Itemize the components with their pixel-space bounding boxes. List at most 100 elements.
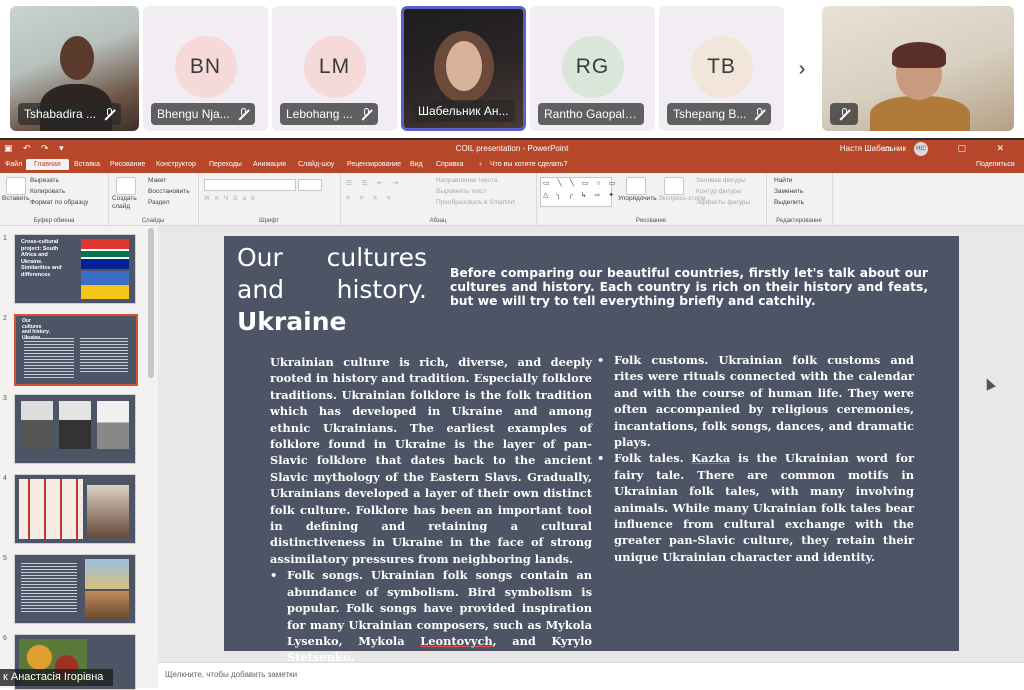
participant-tile-2[interactable]: BN Bhengu Nja... [143, 6, 268, 131]
thumb-number: 6 [3, 635, 7, 642]
participant-label: Tshepang B... [667, 103, 772, 125]
quick-styles-icon[interactable] [664, 177, 684, 195]
participant-name: Шабельник Ан... [418, 104, 509, 118]
title-line: Our cultures [237, 243, 427, 272]
participant-tile-7[interactable] [822, 6, 1014, 131]
tab-design[interactable]: Конструктор [156, 161, 196, 168]
section-button[interactable]: Раздел [148, 199, 169, 206]
tab-view[interactable]: Вид [410, 161, 423, 168]
avatar: TB [690, 36, 753, 98]
avatar: LM [303, 36, 366, 98]
window-controls[interactable]: ▭ – ▢ ✕ [883, 143, 1018, 154]
thumb-slide-5[interactable] [14, 554, 136, 624]
select-button[interactable]: Выделить [774, 199, 804, 206]
format-painter-button[interactable]: Формат по образцу [30, 199, 88, 206]
shape-outline-button[interactable]: Контур фигуры [696, 188, 741, 195]
replace-button[interactable]: Заменить [774, 188, 803, 195]
group-name: Шрифт [259, 218, 279, 224]
flag-south-africa-icon [81, 239, 129, 269]
list-icons[interactable]: ☰ ☰ ⇤ ⇥ [346, 179, 402, 187]
church-image [85, 559, 129, 589]
ribbon: Вставить Вырезать Копировать Формат по о… [0, 173, 1024, 226]
slide-canvas[interactable]: Our cultures and history. Ukraine Before… [224, 236, 959, 664]
mic-off-icon [754, 107, 765, 121]
right-text-column[interactable]: Folk customs. Ukrainian folk customs and… [597, 352, 915, 565]
align-text-button[interactable]: Выровнять текст [436, 188, 487, 195]
tell-me-box[interactable]: Что вы хотите сделать? [490, 161, 567, 168]
font-size-box[interactable] [298, 179, 322, 191]
notes-pane[interactable]: Щелкните, чтобы добавить заметки [158, 662, 1024, 689]
smartart-button[interactable]: Преобразовать в SmartArt [436, 199, 515, 206]
mic-off-icon [238, 107, 249, 121]
thumb-slide-2[interactable]: Our cultures and history. Ukraine [14, 314, 138, 386]
font-name-box[interactable] [204, 179, 296, 191]
avatar: BN [174, 36, 237, 98]
group-name: Слайды [141, 218, 165, 224]
thumb-text-lines [21, 563, 77, 613]
participant-tile-3[interactable]: LM Lebohang ... [272, 6, 397, 131]
find-button[interactable]: Найти [774, 177, 793, 184]
arrange-icon[interactable] [626, 177, 646, 195]
participant-name: Rantho Gaopale... [544, 107, 638, 121]
folk-tales-bullet: Folk tales. Kazka is the Ukrainian word … [597, 450, 915, 565]
tab-slideshow[interactable]: Слайд-шоу [298, 161, 334, 168]
thumb-slide-1[interactable]: Cross-cultural project: South Africa and… [14, 234, 136, 304]
tab-home[interactable]: Главная [26, 159, 69, 170]
tab-animations[interactable]: Анимация [253, 161, 286, 168]
mic-off-badge [830, 103, 858, 125]
share-button[interactable]: Поделиться [976, 161, 1015, 168]
title-line: and history. [237, 275, 427, 304]
thumbnails-scrollbar[interactable] [148, 228, 154, 378]
reset-button[interactable]: Восстановить [148, 188, 190, 195]
copy-button[interactable]: Копировать [30, 188, 65, 195]
tab-draw[interactable]: Рисование [110, 161, 145, 168]
ribbon-tabs: Файл Главная Вставка Рисование Конструкт… [0, 158, 1024, 173]
tab-insert[interactable]: Вставка [74, 161, 100, 168]
new-slide-icon[interactable] [116, 177, 136, 195]
new-slide-button[interactable]: Создать слайд [112, 195, 142, 211]
layout-button[interactable]: Макет [148, 177, 166, 184]
participant-name: Lebohang ... [286, 107, 353, 121]
paste-button[interactable]: Вставить [2, 195, 30, 202]
slide-intro-text[interactable]: Before comparing our beautiful countries… [450, 266, 928, 308]
participant-tile-6[interactable]: TB Tshepang B... [659, 6, 784, 131]
tab-review[interactable]: Рецензирование [347, 161, 401, 168]
participant-tile-5[interactable]: RG Rantho Gaopale... [530, 6, 655, 131]
portrait-image [59, 401, 91, 449]
folk-songs-bullet: Folk songs. Ukrainian folk songs contain… [270, 567, 592, 665]
thumb-slide-3[interactable] [14, 394, 136, 464]
cut-button[interactable]: Вырезать [30, 177, 59, 184]
thumb-text-lines [24, 338, 74, 378]
notes-placeholder: Щелкните, чтобы добавить заметки [165, 670, 298, 679]
chevron-right-icon[interactable]: › [790, 58, 814, 82]
thumb-number: 4 [3, 475, 7, 482]
participant-tile-1[interactable]: Tshabadira ... [10, 6, 139, 131]
font-format-icons[interactable]: ЖКЧSab [204, 195, 260, 202]
underlined-word: Kazka [691, 451, 731, 466]
slide-title[interactable]: Our cultures and history. Ukraine [237, 242, 427, 338]
participant-tile-4-speaking[interactable]: Шабельник Ан... [401, 6, 526, 131]
align-icons[interactable]: ≡ ≡ ≡ ≡ [346, 195, 395, 202]
shape-icons: ▭ ╲ ╲ ▭ ○ ▭ [543, 180, 619, 187]
text-direction-button[interactable]: Направление текста [436, 177, 498, 184]
folk-customs-bullet: Folk customs. Ukrainian folk customs and… [597, 352, 914, 450]
arrange-button[interactable]: Упорядочить [618, 195, 657, 202]
group-name: Рисование [635, 218, 667, 224]
bullet-text: Folk tales. [614, 451, 692, 466]
photo-image [85, 591, 129, 619]
tab-transitions[interactable]: Переходы [209, 161, 242, 168]
bullet-text: is the Ukrainian word for fairy tale. Th… [614, 451, 915, 564]
participant-label: Bhengu Nja... [151, 103, 255, 125]
thumb-slide-4[interactable] [14, 474, 136, 544]
photo-image [87, 485, 129, 537]
paste-icon[interactable] [6, 177, 26, 195]
presenter-name-label: к Анастасія Ігорівна [0, 669, 113, 686]
left-text-column[interactable]: Ukrainian culture is rich, diverse, and … [270, 354, 592, 666]
lightbulb-icon: ♀ [478, 161, 484, 168]
shape-fill-button[interactable]: Заливка фигуры [696, 177, 746, 184]
group-editing: Найти Заменить Выделить Редактирование [766, 173, 833, 225]
shape-effects-button[interactable]: Эффекты фигуры [696, 199, 750, 206]
tab-help[interactable]: Справка [436, 161, 463, 168]
tab-file[interactable]: Файл [5, 161, 22, 168]
culture-paragraph: Ukrainian culture is rich, diverse, and … [270, 355, 592, 566]
